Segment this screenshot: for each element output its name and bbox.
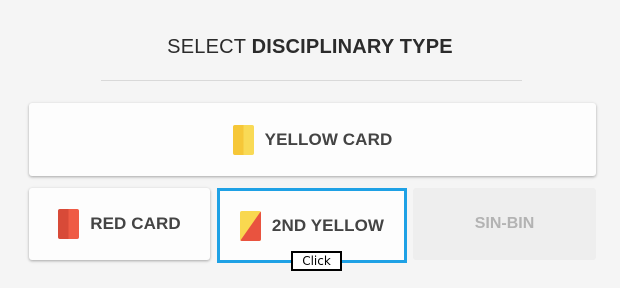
page-title: SELECT DISCIPLINARY TYPE xyxy=(0,36,620,59)
sin-bin-label: SIN-BIN xyxy=(474,215,535,232)
sin-bin-button[interactable]: SIN-BIN xyxy=(413,188,596,260)
second-yellow-label: 2ND YELLOW xyxy=(271,215,385,235)
red-card-icon xyxy=(58,209,80,239)
title-emphasis: DISCIPLINARY TYPE xyxy=(251,36,453,58)
yellow-card-button[interactable]: YELLOW CARD xyxy=(29,103,596,176)
click-tooltip: Click xyxy=(291,251,342,271)
red-card-label: RED CARD xyxy=(90,214,181,233)
title-prefix: SELECT xyxy=(167,36,246,58)
yellow-card-label: YELLOW CARD xyxy=(264,129,393,149)
title-divider xyxy=(101,80,522,81)
red-card-button[interactable]: RED CARD xyxy=(29,188,210,260)
second-yellow-card-icon xyxy=(239,210,261,241)
yellow-card-icon xyxy=(232,124,254,155)
